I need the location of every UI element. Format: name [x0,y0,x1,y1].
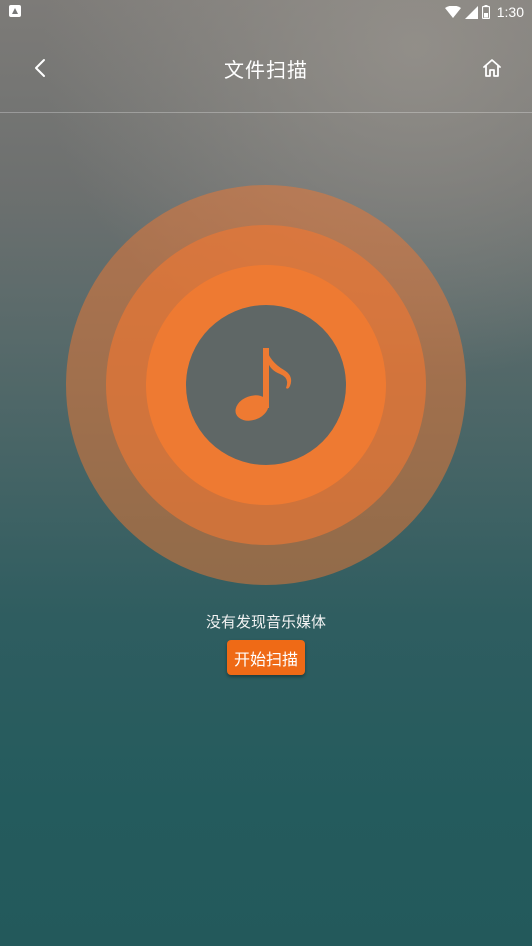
scan-visualizer [66,185,466,585]
start-scan-button[interactable]: 开始扫描 [227,640,305,675]
home-icon [483,59,501,77]
battery-icon [481,5,490,19]
notification-icon [9,5,21,17]
status-time: 1:30 [496,4,524,20]
wifi-icon [444,5,461,18]
music-icon-circle [186,305,346,465]
page-title: 文件扫描 [224,58,308,82]
status-bar: 1:30 [0,0,532,24]
signal-icon [464,5,478,19]
app-bar: 文件扫描 [0,24,532,113]
home-button[interactable] [474,50,510,86]
empty-message: 没有发现音乐媒体 [205,613,326,631]
status-icons: 1:30 [444,2,524,22]
music-note-icon [235,348,292,421]
